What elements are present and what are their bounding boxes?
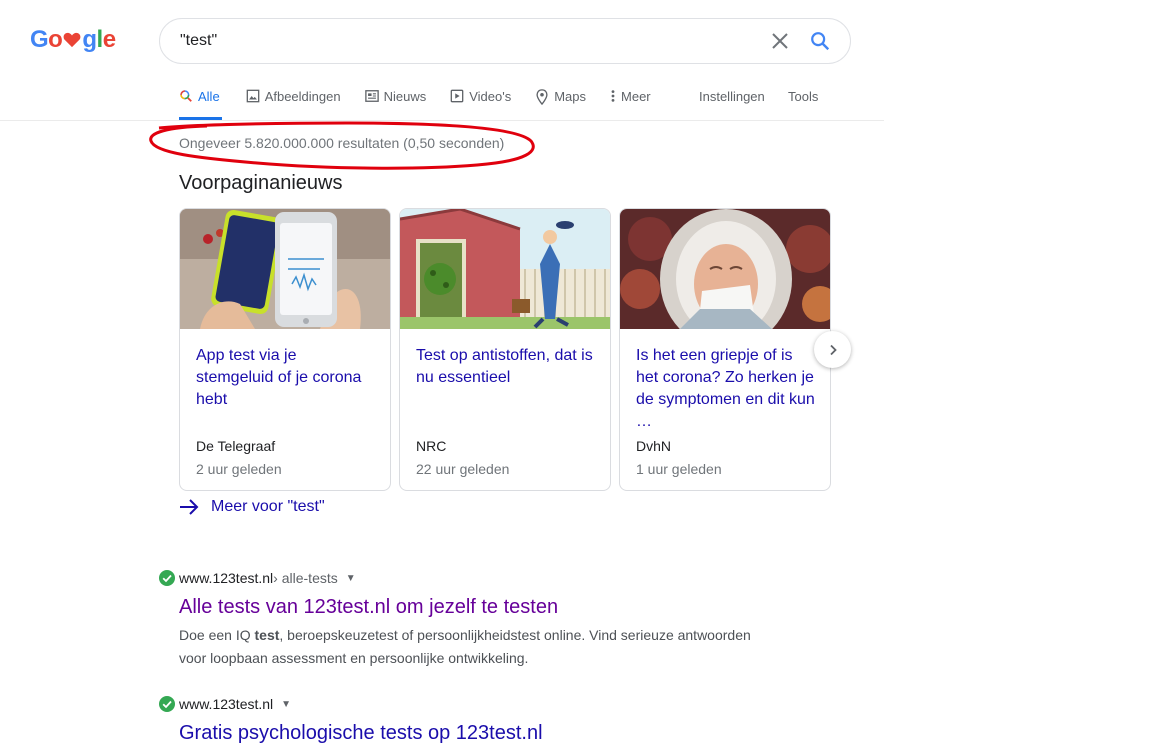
- search-icon: [180, 90, 192, 102]
- news-source: NRC: [416, 438, 447, 454]
- phones-illustration: [180, 209, 390, 329]
- tab-all[interactable]: Alle: [179, 87, 222, 120]
- search-icon: [811, 32, 830, 51]
- map-pin-icon: [536, 89, 548, 105]
- news-icon: [364, 90, 379, 102]
- result-path: › alle-tests: [273, 570, 338, 586]
- news-thumbnail-cartoon: [400, 209, 610, 329]
- news-thumbnail-phones: [180, 209, 390, 329]
- news-source: De Telegraaf: [196, 438, 276, 454]
- news-headline[interactable]: Test op antistoffen, dat is nu essentiee…: [416, 345, 598, 389]
- result-cite: www.123test.nl › alle-tests ▼: [159, 568, 779, 588]
- more-news-link[interactable]: Meer voor "test": [179, 498, 325, 516]
- search-button[interactable]: [806, 27, 834, 55]
- cartoon-illustration: [400, 209, 610, 329]
- news-time: 22 uur geleden: [416, 461, 510, 477]
- close-icon: [772, 33, 788, 49]
- search-box[interactable]: "test": [159, 18, 851, 64]
- chevron-right-icon: [829, 344, 837, 355]
- tab-more[interactable]: Meer: [610, 87, 651, 120]
- verified-check-icon: [159, 570, 175, 586]
- search-result: www.123test.nl ▼ Gratis psychologische t…: [159, 694, 543, 746]
- search-input[interactable]: "test": [180, 32, 768, 50]
- search-tabs: Alle Afbeeldingen Nieuws Video's Maps Me…: [179, 87, 675, 120]
- result-options-caret[interactable]: ▼: [281, 699, 291, 710]
- news-time: 1 uur geleden: [636, 461, 722, 477]
- settings-link[interactable]: Instellingen: [699, 89, 765, 104]
- video-icon: [450, 89, 464, 103]
- heart-icon: [63, 32, 81, 48]
- tab-label: Nieuws: [383, 89, 427, 104]
- result-title-link[interactable]: Gratis psychologische tests op 123test.n…: [179, 720, 543, 746]
- tab-maps[interactable]: Maps: [535, 87, 586, 120]
- carousel-next-button[interactable]: [814, 331, 851, 368]
- tabs-divider: [0, 120, 884, 121]
- news-headline[interactable]: App test via je stemgeluid of je corona …: [196, 345, 378, 411]
- more-news-label: Meer voor "test": [211, 498, 325, 515]
- arrow-right-icon: [180, 499, 199, 515]
- result-domain: www.123test.nl: [179, 570, 274, 586]
- snippet-highlight: test: [254, 627, 280, 643]
- image-icon: [246, 89, 260, 103]
- search-result: www.123test.nl › alle-tests ▼ Alle tests…: [159, 568, 779, 670]
- news-carousel: App test via je stemgeluid of je corona …: [179, 208, 839, 491]
- news-thumbnail-sneezing-woman: [620, 209, 830, 329]
- news-card[interactable]: Test op antistoffen, dat is nu essentiee…: [399, 208, 611, 491]
- tab-label: Afbeeldingen: [264, 89, 341, 104]
- tab-images[interactable]: Afbeeldingen: [246, 87, 341, 120]
- logo-letters-left: Go: [30, 26, 63, 53]
- news-source: DvhN: [636, 438, 672, 454]
- clear-search-button[interactable]: [768, 29, 792, 53]
- result-domain: www.123test.nl: [179, 696, 274, 712]
- google-doodle-logo[interactable]: Go gle: [30, 26, 116, 54]
- result-title-link[interactable]: Alle tests van 123test.nl om jezelf te t…: [179, 594, 779, 620]
- result-options-caret[interactable]: ▼: [346, 573, 356, 584]
- sneezing-woman-photo: [620, 209, 830, 329]
- tab-label: Maps: [554, 89, 587, 104]
- logo-letters-right: gle: [82, 26, 116, 53]
- top-news-heading: Voorpaginanieuws: [179, 172, 343, 194]
- tab-label: Alle: [198, 89, 220, 104]
- news-card[interactable]: Is het een griepje of is het corona? Zo …: [619, 208, 831, 491]
- tab-label: Meer: [621, 89, 651, 104]
- snippet-text: Doe een IQ: [179, 627, 255, 643]
- result-stats: Ongeveer 5.820.000.000 resultaten (0,50 …: [179, 135, 505, 151]
- more-vert-icon: [611, 90, 615, 102]
- news-time: 2 uur geleden: [196, 461, 282, 477]
- verified-check-icon: [159, 696, 175, 712]
- tab-label: Video's: [469, 89, 512, 104]
- result-snippet: Doe een IQ test, beroepskeuzetest of per…: [179, 624, 779, 670]
- result-cite: www.123test.nl ▼: [159, 694, 543, 714]
- news-card[interactable]: App test via je stemgeluid of je corona …: [179, 208, 391, 491]
- news-headline[interactable]: Is het een griepje of is het corona? Zo …: [636, 345, 818, 433]
- tab-videos[interactable]: Video's: [450, 87, 511, 120]
- tools-link[interactable]: Tools: [788, 89, 818, 104]
- tab-news[interactable]: Nieuws: [364, 87, 427, 120]
